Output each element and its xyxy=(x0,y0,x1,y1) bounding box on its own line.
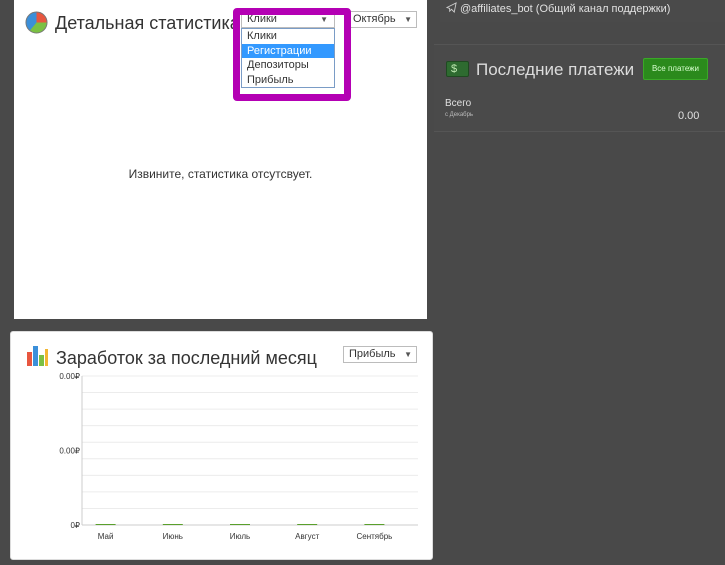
stats-title: Детальная статистика xyxy=(55,13,240,33)
x-tick-label: Июль xyxy=(230,532,250,541)
x-tick-label: Июнь xyxy=(163,532,183,541)
highlight-box xyxy=(233,8,351,101)
earnings-chart: 0.00₽ 0.00₽ 0₽ Май Июнь Июль Август Сентябрь xyxy=(59,372,418,541)
month-select[interactable]: Октябрь ▼ xyxy=(347,11,417,28)
empty-message: Извините, статистика отсутсвует. xyxy=(128,167,313,181)
total-value: 0.00 xyxy=(678,110,700,122)
payments-title: Последние платежи xyxy=(476,60,635,79)
money-icon: $ xyxy=(446,61,469,77)
telegram-icon xyxy=(446,2,457,13)
all-payments-button[interactable]: Все платежи xyxy=(643,58,708,80)
y-tick-label: 0₽ xyxy=(70,521,80,530)
total-sub-label: с Декабрь xyxy=(445,112,474,118)
y-tick-label: 0.00₽ xyxy=(59,447,80,456)
chart-bar xyxy=(95,524,116,525)
stats-panel: Детальная статистика Октябрь ▼ Извините, … xyxy=(14,0,427,319)
total-label: Всего xyxy=(445,98,472,109)
pie-chart-icon xyxy=(25,11,48,34)
x-tick-label: Сентябрь xyxy=(356,532,392,541)
chart-bar xyxy=(162,524,183,525)
y-tick-label: 0.00₽ xyxy=(59,372,80,381)
x-tick-label: Май xyxy=(98,532,114,541)
chart-bar xyxy=(230,524,250,525)
x-tick-label: Август xyxy=(295,532,319,541)
chart-bar xyxy=(364,524,385,525)
chart-bar xyxy=(297,524,318,525)
chevron-down-icon: ▼ xyxy=(404,15,412,24)
support-link[interactable]: @affiliates_bot (Общий канал поддержки) xyxy=(460,3,670,15)
